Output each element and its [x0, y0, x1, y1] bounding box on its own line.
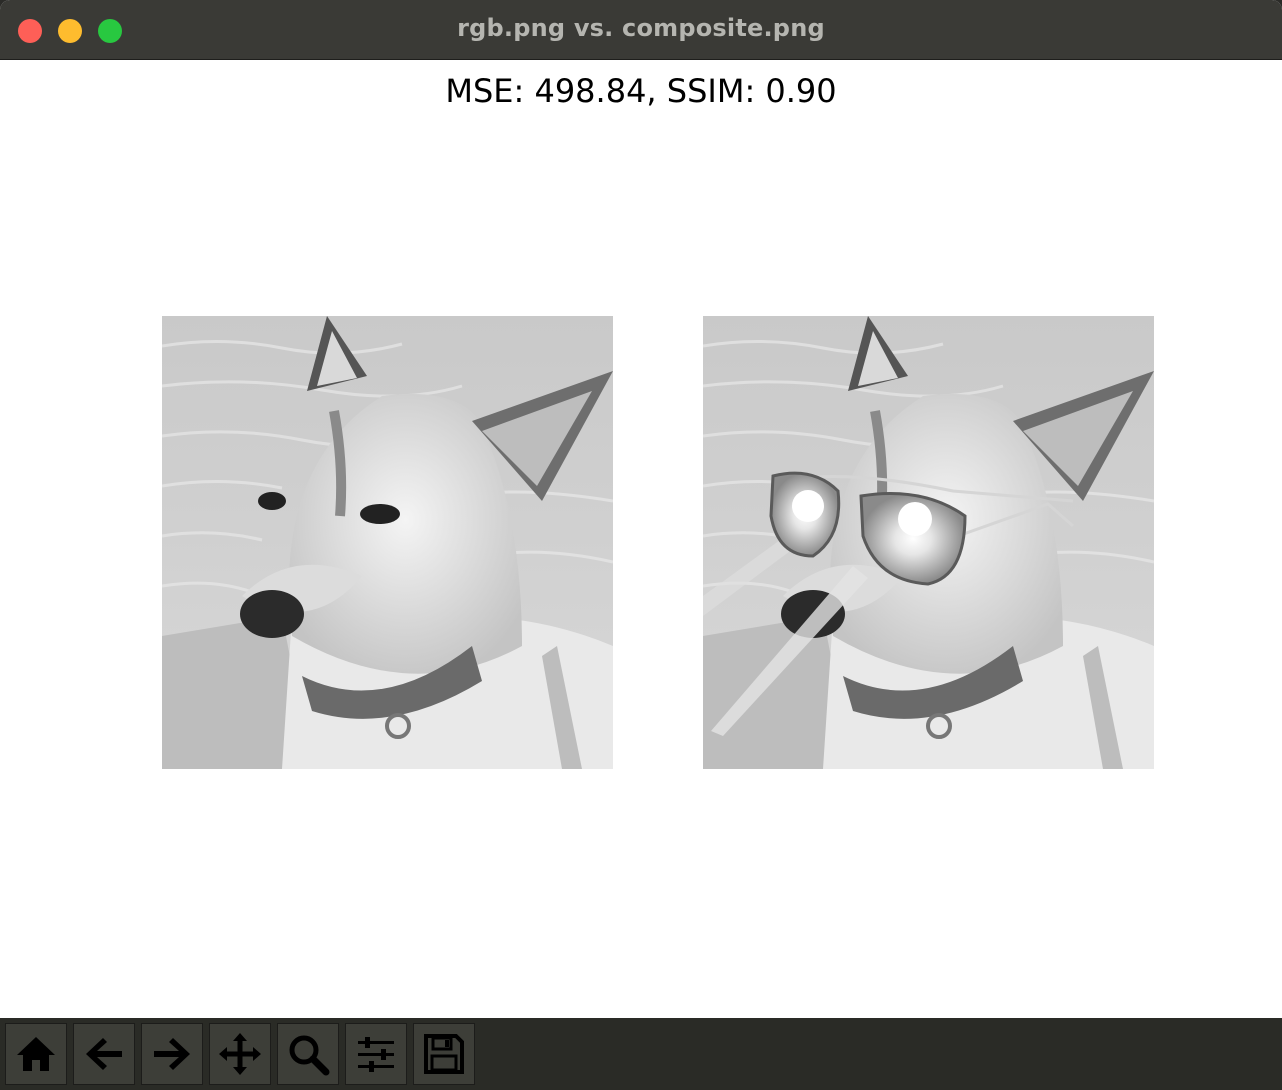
sliders-icon: [358, 1037, 394, 1072]
figure-canvas[interactable]: MSE: 498.84, SSIM: 0.90: [2, 60, 1280, 1018]
window-title: rgb.png vs. composite.png: [457, 14, 825, 42]
composite-image: [703, 316, 1154, 769]
configure-subplots-button[interactable]: [345, 1023, 407, 1085]
title-bar[interactable]: rgb.png vs. composite.png: [0, 0, 1282, 60]
home-button[interactable]: [5, 1023, 67, 1085]
forward-button[interactable]: [141, 1023, 203, 1085]
app-window: rgb.png vs. composite.png MSE: 498.84, S…: [0, 0, 1282, 1090]
navigation-toolbar: [0, 1018, 1282, 1090]
arrow-right-icon: [154, 1038, 190, 1070]
rgb-image: [162, 316, 613, 769]
pan-button[interactable]: [209, 1023, 271, 1085]
save-button[interactable]: [413, 1023, 475, 1085]
magnifier-icon: [289, 1035, 330, 1076]
floppy-disk-icon: [424, 1034, 464, 1074]
home-icon: [17, 1037, 55, 1071]
arrow-left-icon: [86, 1038, 122, 1070]
zoom-button[interactable]: [277, 1023, 339, 1085]
back-button[interactable]: [73, 1023, 135, 1085]
move-icon: [219, 1033, 261, 1075]
figure-title: MSE: 498.84, SSIM: 0.90: [445, 72, 837, 110]
